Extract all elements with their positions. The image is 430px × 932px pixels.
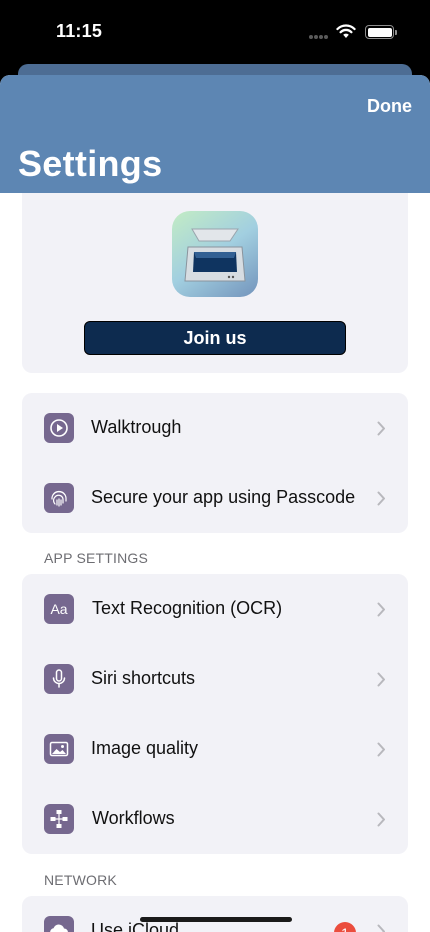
ocr-label: Text Recognition (OCR) xyxy=(92,598,283,618)
navigation-bar: Done Settings xyxy=(0,75,430,193)
chevron-right-icon xyxy=(377,602,385,617)
cloud-icon xyxy=(44,916,74,932)
walkthrough-row[interactable]: Walktrough xyxy=(22,393,408,463)
siri-shortcuts-row[interactable]: Siri shortcuts xyxy=(22,644,408,714)
chevron-right-icon xyxy=(377,924,385,932)
play-circle-icon xyxy=(44,413,74,443)
status-time: 11:15 xyxy=(56,21,103,41)
ocr-row[interactable]: Aa Text Recognition (OCR) xyxy=(22,574,408,644)
chevron-right-icon xyxy=(377,672,385,687)
settings-sheet: Done Settings Join us Walktrough Secure … xyxy=(0,75,430,932)
walkthrough-label: Walktrough xyxy=(91,417,182,437)
cellular-signal-icon xyxy=(309,35,329,39)
chevron-right-icon xyxy=(377,491,385,506)
notification-badge: 1 xyxy=(334,922,356,932)
image-quality-label: Image quality xyxy=(91,738,199,758)
photo-icon xyxy=(44,734,74,764)
passcode-label: Secure your app using Passcode xyxy=(91,487,356,507)
network-header: NETWORK xyxy=(44,872,117,888)
icloud-row[interactable]: Use iCloud 1 xyxy=(22,896,408,932)
text-aa-icon: Aa xyxy=(44,594,74,624)
svg-text:Aa: Aa xyxy=(50,601,67,617)
siri-shortcuts-label: Siri shortcuts xyxy=(91,668,196,688)
status-bar: 11:15 xyxy=(0,0,430,64)
network-group: Use iCloud 1 xyxy=(22,896,408,932)
done-button[interactable]: Done xyxy=(367,96,412,117)
join-us-button[interactable]: Join us xyxy=(84,321,346,355)
battery-icon xyxy=(365,25,397,39)
workflows-row[interactable]: Workflows xyxy=(22,784,408,854)
passcode-row[interactable]: Secure your app using Passcode xyxy=(22,463,408,533)
microphone-icon xyxy=(44,664,74,694)
wifi-icon xyxy=(336,24,356,38)
workflow-icon xyxy=(44,804,74,834)
chevron-right-icon xyxy=(377,742,385,757)
chevron-right-icon xyxy=(377,421,385,436)
promo-card: Join us xyxy=(22,193,408,373)
app-settings-header: APP SETTINGS xyxy=(44,550,149,566)
document-scanner-app-icon xyxy=(172,211,258,297)
chevron-right-icon xyxy=(377,812,385,827)
fingerprint-icon xyxy=(44,483,74,513)
page-title: Settings xyxy=(18,143,163,184)
app-settings-group: Aa Text Recognition (OCR) Siri shortcuts xyxy=(22,574,408,854)
general-group: Walktrough Secure your app using Passcod… xyxy=(22,393,408,533)
home-indicator[interactable] xyxy=(140,917,292,922)
workflows-label: Workflows xyxy=(92,808,175,828)
image-quality-row[interactable]: Image quality xyxy=(22,714,408,784)
